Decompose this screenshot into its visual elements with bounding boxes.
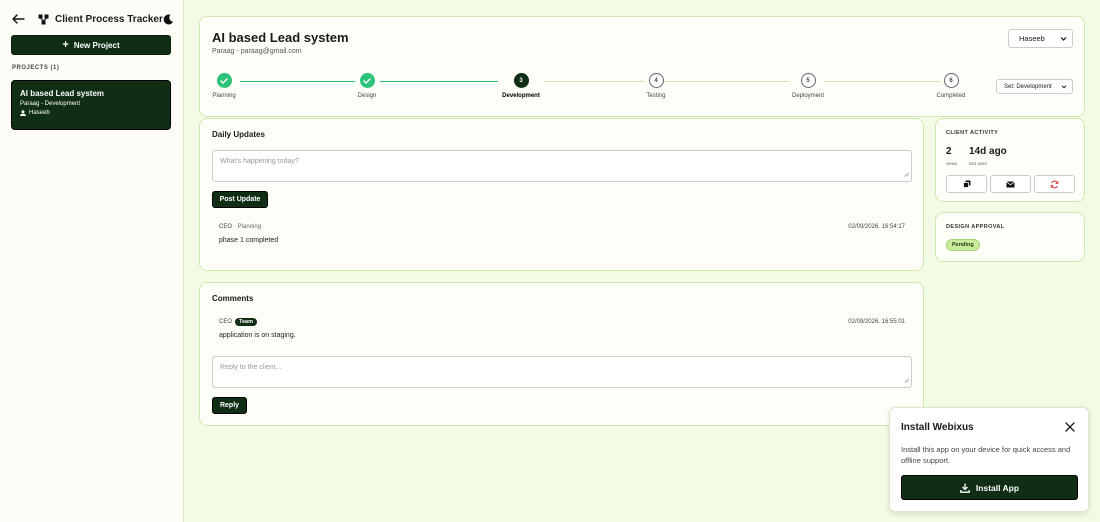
owner-select[interactable]: Haseeb xyxy=(1008,29,1073,48)
reply-input-placeholder: Reply to the client... xyxy=(220,364,282,371)
design-approval-title: DESIGN APPROVAL xyxy=(946,224,1005,230)
plus-icon: + xyxy=(62,38,69,51)
client-activity-title: CLIENT ACTIVITY xyxy=(946,130,999,136)
step-number: 5 xyxy=(800,73,816,88)
comments-card: Comments CEO Team 02/09/2026, 16:55:01 a… xyxy=(199,282,924,426)
download-icon xyxy=(960,483,970,493)
app-title: Client Process Tracker xyxy=(55,13,163,25)
refresh-link-button[interactable] xyxy=(1034,175,1075,193)
project-header-card: AI based Lead system Paraag - paraag@gma… xyxy=(199,16,1085,117)
step-design[interactable]: Design xyxy=(337,73,397,99)
step-connector xyxy=(380,81,498,82)
chevron-down-icon xyxy=(1061,84,1067,89)
step-completed[interactable]: 6 Completed xyxy=(921,73,981,99)
email-client-button[interactable] xyxy=(990,175,1031,193)
project-client-info: Paraag - paraag@gmail.com xyxy=(212,48,302,55)
copy-icon xyxy=(962,180,970,188)
team-badge: Team xyxy=(235,318,257,326)
update-input-placeholder: What's happening today? xyxy=(220,158,299,165)
update-author: CEO xyxy=(219,224,233,230)
step-development[interactable]: 3 Development xyxy=(491,73,551,99)
step-deployment[interactable]: 5 Deployment xyxy=(778,73,838,99)
copy-link-button[interactable] xyxy=(946,175,987,193)
update-phase: · Planning xyxy=(234,224,262,230)
step-planning[interactable]: Planning xyxy=(194,73,254,99)
resize-handle-icon[interactable] xyxy=(904,172,909,179)
project-item-title: AI based Lead system xyxy=(20,89,105,98)
step-number: 6 xyxy=(943,73,959,88)
update-timestamp: 02/09/2026, 16:54:17 xyxy=(848,224,905,230)
step-label: Completed xyxy=(936,93,966,99)
install-app-dialog: Install Webixus Install this app on your… xyxy=(889,407,1089,512)
project-item-subtitle: Paraag - Development xyxy=(20,101,81,107)
install-app-button[interactable]: Install App xyxy=(901,475,1078,500)
projects-count-label: PROJECTS (1) xyxy=(12,65,60,71)
update-entry-meta: CEO · Planning xyxy=(219,224,261,230)
stage-select-value: Set: Development xyxy=(1004,83,1052,90)
step-label: Deployment xyxy=(791,93,824,99)
step-label: Design xyxy=(357,93,377,99)
client-activity-card: CLIENT ACTIVITY 2 views 14d ago last see… xyxy=(935,118,1085,202)
owner-select-value: Haseeb xyxy=(1019,34,1045,43)
project-item-user-name: Haseeb xyxy=(29,110,50,116)
close-icon[interactable] xyxy=(1065,422,1076,433)
refresh-icon xyxy=(1050,180,1059,188)
moon-icon[interactable] xyxy=(163,13,175,25)
reply-button[interactable]: Reply xyxy=(212,397,247,414)
new-project-label: New Project xyxy=(73,40,120,50)
install-dialog-title: Install Webixus xyxy=(901,422,974,433)
views-count: 2 xyxy=(946,146,952,157)
update-text: phase 1 completed xyxy=(219,237,279,244)
update-input[interactable]: What's happening today? xyxy=(212,150,912,182)
sidebar: Client Process Tracker + New Project PRO… xyxy=(0,0,184,522)
step-label: Testing xyxy=(646,93,666,99)
status-badge: Pending xyxy=(946,239,980,251)
comments-title: Comments xyxy=(212,294,254,303)
sidebar-header: Client Process Tracker xyxy=(10,10,175,28)
comment-entry-meta: CEO Team xyxy=(219,318,257,326)
comment-author: CEO xyxy=(219,319,233,325)
new-project-button[interactable]: + New Project xyxy=(11,35,171,55)
check-icon xyxy=(216,73,232,88)
install-app-label: Install App xyxy=(975,482,1020,493)
arrow-left-icon[interactable] xyxy=(10,11,26,27)
chevron-down-icon xyxy=(1060,36,1067,41)
daily-updates-title: Daily Updates xyxy=(212,130,265,139)
last-seen-value: 14d ago xyxy=(969,146,1007,157)
step-number: 4 xyxy=(648,73,664,88)
post-update-button[interactable]: Post Update xyxy=(212,191,268,208)
last-seen-label: last seen xyxy=(969,161,988,166)
reply-input[interactable]: Reply to the client... xyxy=(212,356,912,388)
resize-handle-icon[interactable] xyxy=(904,378,909,385)
daily-updates-card: Daily Updates What's happening today? Po… xyxy=(199,118,924,271)
mail-icon xyxy=(1006,180,1015,187)
user-icon xyxy=(20,110,26,116)
project-item-user: Haseeb xyxy=(20,110,162,116)
install-dialog-text: Install this app on your device for quic… xyxy=(901,445,1071,465)
comment-timestamp: 02/09/2026, 16:55:01 xyxy=(848,319,905,325)
step-testing[interactable]: 4 Testing xyxy=(626,73,686,99)
check-icon xyxy=(359,73,375,88)
project-list-item[interactable]: AI based Lead system Paraag - Developmen… xyxy=(11,80,171,130)
project-title: AI based Lead system xyxy=(212,30,349,45)
stage-select[interactable]: Set: Development xyxy=(996,79,1073,94)
step-label: Development xyxy=(502,93,540,99)
views-label: views xyxy=(946,161,958,166)
network-icon xyxy=(38,13,50,25)
comment-text: application is on staging. xyxy=(219,332,296,339)
step-label: Planning xyxy=(212,93,236,99)
design-approval-card: DESIGN APPROVAL Pending xyxy=(935,212,1085,262)
step-number: 3 xyxy=(513,73,529,88)
